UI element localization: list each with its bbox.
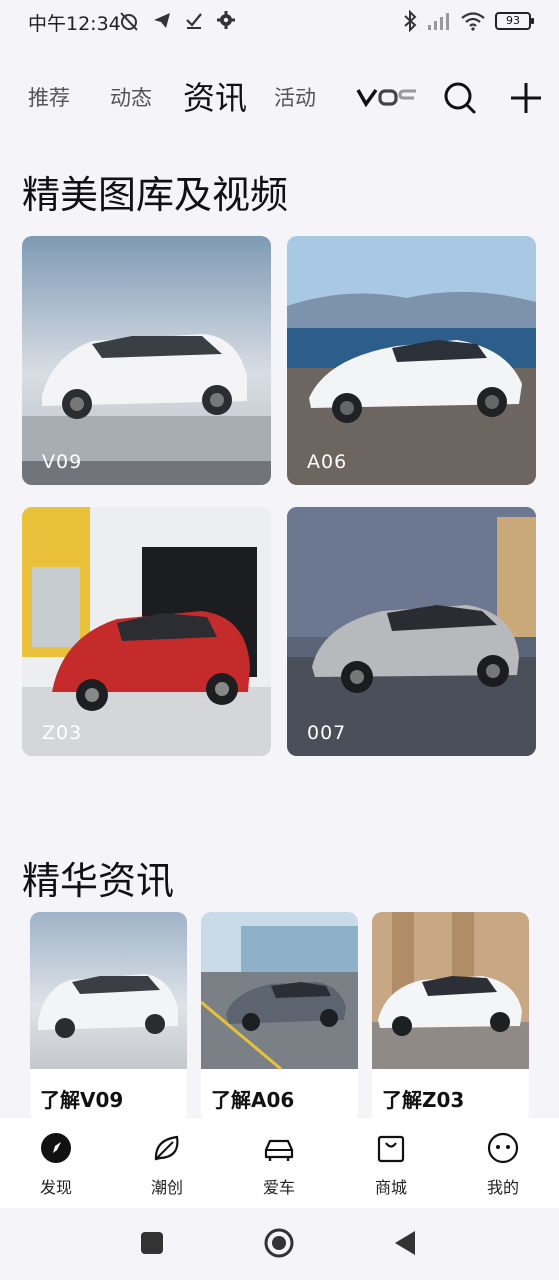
gallery-card-label: Z03 bbox=[42, 722, 83, 744]
bluetooth-icon bbox=[404, 10, 417, 32]
news-card-v09[interactable]: 了解V09 bbox=[30, 912, 187, 1122]
news-card-a06[interactable]: 了解A06 bbox=[201, 912, 358, 1122]
007-car-image bbox=[287, 507, 536, 756]
a06-car-image bbox=[287, 236, 536, 485]
status-right-icons: 93 bbox=[403, 10, 534, 32]
gallery-card-label: V09 bbox=[42, 451, 83, 473]
car-icon bbox=[264, 1139, 294, 1161]
battery-indicator: 93 bbox=[495, 12, 534, 30]
face-icon bbox=[487, 1132, 519, 1164]
gallery-card-label: A06 bbox=[307, 451, 348, 473]
status-time: 中午12:34 bbox=[28, 13, 121, 35]
v09-news-image bbox=[30, 912, 187, 1069]
brand-logo-tab[interactable] bbox=[356, 82, 420, 112]
gallery-card-007[interactable]: 007 bbox=[287, 507, 536, 756]
gallery-card-v09[interactable]: V09 bbox=[22, 236, 271, 485]
telegram-icon bbox=[154, 13, 170, 28]
news-card-title: 了解Z03 bbox=[382, 1088, 465, 1112]
brand-logo-icon bbox=[356, 88, 416, 108]
z03-news-image bbox=[372, 912, 529, 1069]
nav-label: 我的 bbox=[486, 1178, 519, 1197]
status-left-icons bbox=[118, 10, 236, 32]
a06-news-image bbox=[201, 912, 358, 1069]
search-icon[interactable] bbox=[442, 80, 478, 116]
nav-item-mall[interactable]: 商城 bbox=[351, 1118, 431, 1208]
gallery-card-label: 007 bbox=[307, 722, 347, 744]
nav-label: 潮创 bbox=[150, 1178, 183, 1197]
bottom-navigation: 发现 潮创 爱车 商城 我的 bbox=[0, 1118, 559, 1208]
recent-apps-icon[interactable] bbox=[140, 1228, 164, 1258]
tab-news[interactable]: 资讯 bbox=[183, 70, 247, 126]
back-icon[interactable] bbox=[393, 1228, 417, 1258]
nav-item-me[interactable]: 我的 bbox=[463, 1118, 543, 1208]
nav-item-creative[interactable]: 潮创 bbox=[127, 1118, 207, 1208]
nav-item-discover[interactable]: 发现 bbox=[16, 1118, 96, 1208]
news-card-title: 了解A06 bbox=[211, 1088, 295, 1112]
wifi-icon bbox=[461, 12, 485, 31]
tab-dynamics[interactable]: 动态 bbox=[110, 70, 152, 126]
news-card-z03[interactable]: 了解Z03 bbox=[372, 912, 529, 1122]
tab-activities[interactable]: 活动 bbox=[274, 70, 316, 126]
tab-recommend[interactable]: 推荐 bbox=[28, 70, 70, 126]
gallery-section-title: 精美图库及视频 bbox=[22, 173, 289, 217]
leaf-icon bbox=[154, 1135, 179, 1161]
compass-icon bbox=[41, 1133, 71, 1163]
alarm-off-icon bbox=[120, 12, 138, 31]
news-card-title: 了解V09 bbox=[40, 1088, 124, 1112]
gallery-card-a06[interactable]: A06 bbox=[287, 236, 536, 485]
nav-label: 爱车 bbox=[262, 1178, 295, 1197]
v09-car-image bbox=[22, 236, 271, 485]
gallery-card-z03[interactable]: Z03 bbox=[22, 507, 271, 756]
system-navigation-bar bbox=[0, 1208, 559, 1280]
signal-icon bbox=[428, 13, 449, 30]
nav-label: 发现 bbox=[39, 1178, 72, 1197]
add-icon[interactable] bbox=[508, 80, 544, 116]
status-bar: 中午12:34 93 bbox=[0, 0, 559, 44]
settings-gear-icon bbox=[217, 11, 235, 29]
nav-label: 商城 bbox=[374, 1178, 407, 1197]
z03-car-image bbox=[22, 507, 271, 756]
top-tab-bar: 推荐 动态 资讯 活动 bbox=[0, 70, 559, 126]
shopping-bag-icon bbox=[377, 1135, 405, 1163]
check-icon bbox=[186, 13, 202, 29]
nav-item-my-car[interactable]: 爱车 bbox=[239, 1118, 319, 1208]
news-section-title: 精华资讯 bbox=[22, 859, 175, 903]
home-icon[interactable] bbox=[263, 1228, 295, 1258]
